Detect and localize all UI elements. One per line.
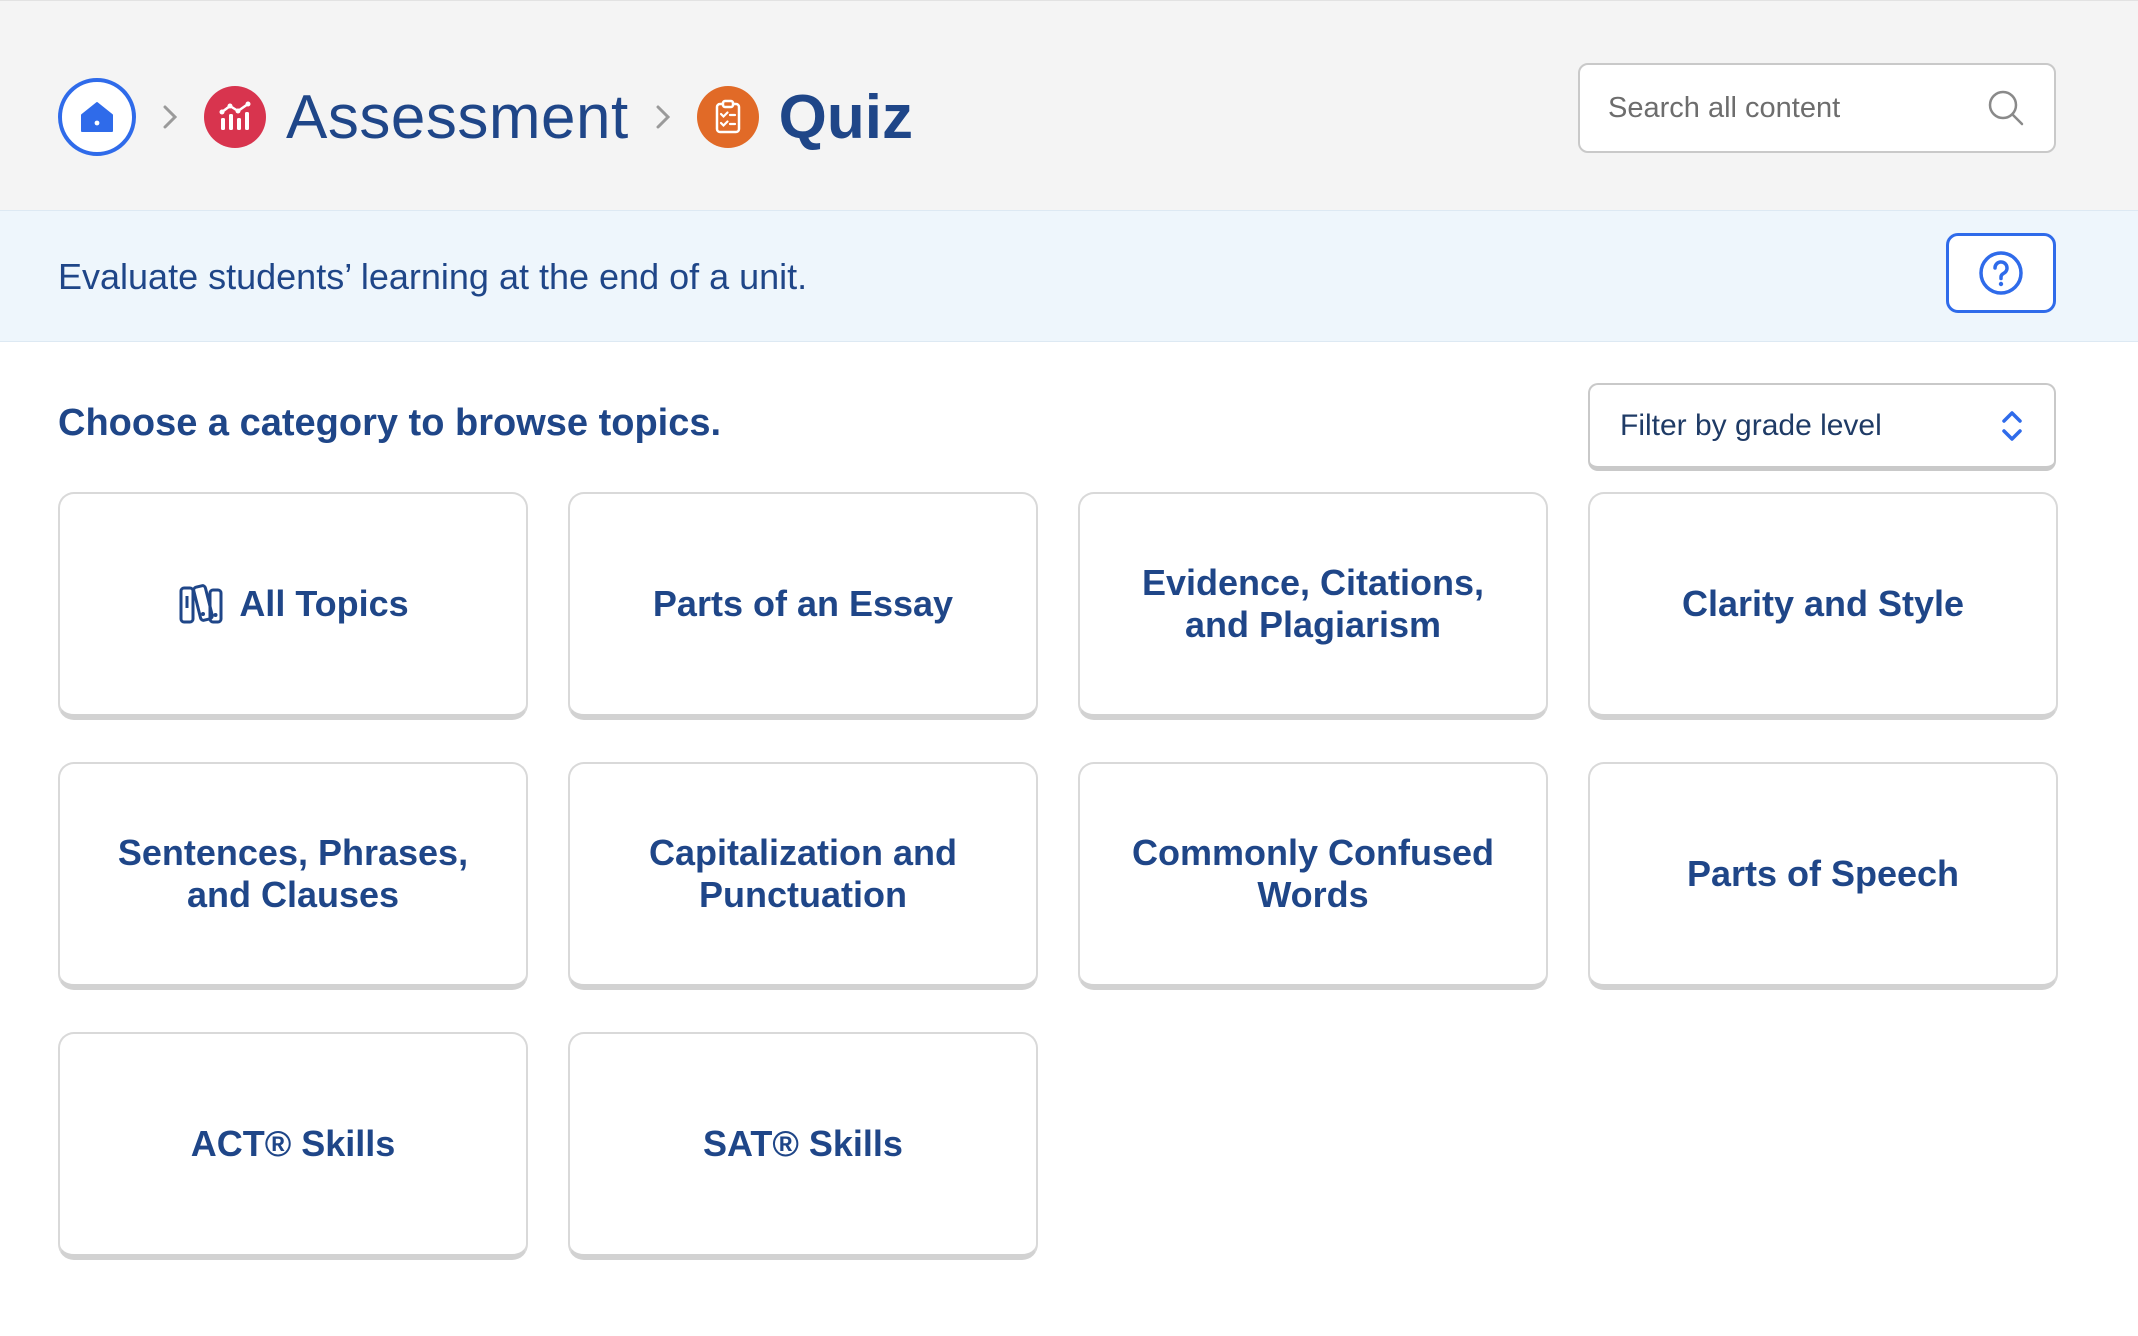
card-label: Sentences, Phrases, and Clauses xyxy=(117,832,469,915)
filter-label: Filter by grade level xyxy=(1620,408,1882,442)
page-title: Quiz xyxy=(778,82,913,152)
category-card-sentences-phrases-clauses[interactable]: Sentences, Phrases, and Clauses xyxy=(58,762,528,990)
category-card-clarity-and-style[interactable]: Clarity and Style xyxy=(1588,492,2058,720)
category-card-all-topics[interactable]: All Topics xyxy=(58,492,528,720)
books-icon xyxy=(179,584,223,624)
info-banner: Evaluate students’ learning at the end o… xyxy=(0,210,2138,342)
category-card-evidence-citations[interactable]: Evidence, Citations, and Plagiarism xyxy=(1078,492,1548,720)
grade-level-filter[interactable]: Filter by grade level xyxy=(1588,383,2056,471)
category-card-capitalization-punctuation[interactable]: Capitalization and Punctuation xyxy=(568,762,1038,990)
help-button[interactable] xyxy=(1946,233,2056,313)
chevron-right-icon xyxy=(150,102,190,132)
search-icon[interactable] xyxy=(1986,88,2026,128)
section-title: Choose a category to browse topics. xyxy=(58,402,722,444)
search-input[interactable] xyxy=(1608,91,1968,125)
card-label: Capitalization and Punctuation xyxy=(648,832,958,915)
clipboard-check-icon xyxy=(696,86,759,148)
category-card-parts-of-speech[interactable]: Parts of Speech xyxy=(1588,762,2058,990)
card-label: Clarity and Style xyxy=(1681,583,1965,624)
banner-description: Evaluate students’ learning at the end o… xyxy=(58,256,808,297)
search-box[interactable] xyxy=(1578,63,2056,153)
breadcrumb-assessment[interactable]: Assessment xyxy=(286,82,629,153)
card-label: Parts of Speech xyxy=(1686,853,1960,894)
card-label: Parts of an Essay xyxy=(652,583,954,624)
breadcrumb: Assessment Quiz xyxy=(58,76,913,158)
category-card-commonly-confused-words[interactable]: Commonly Confused Words xyxy=(1078,762,1548,990)
card-label: ACT® Skills xyxy=(190,1123,396,1164)
category-card-sat-skills[interactable]: SAT® Skills xyxy=(568,1032,1038,1260)
card-label: SAT® Skills xyxy=(703,1123,903,1164)
page-header: Assessment Quiz xyxy=(0,0,2138,210)
category-card-parts-of-an-essay[interactable]: Parts of an Essay xyxy=(568,492,1038,720)
home-icon xyxy=(81,102,113,132)
card-label: All Topics xyxy=(239,583,409,624)
up-down-chevron-icon xyxy=(2002,410,2022,441)
card-label: Commonly Confused Words xyxy=(1131,832,1494,915)
category-card-act-skills[interactable]: ACT® Skills xyxy=(58,1032,528,1260)
card-label: Evidence, Citations, and Plagiarism xyxy=(1141,562,1485,645)
home-button[interactable] xyxy=(58,78,136,156)
chart-icon xyxy=(204,86,266,148)
chevron-right-icon xyxy=(643,102,683,132)
question-circle-icon xyxy=(1979,251,2023,295)
